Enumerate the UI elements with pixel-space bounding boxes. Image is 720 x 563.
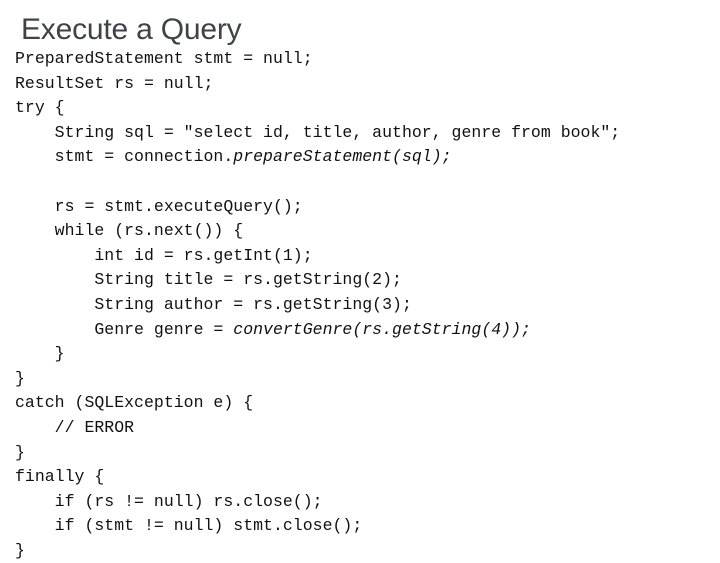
code-segment: if (rs != null) rs.close(); [15,491,323,511]
code-segment: ResultSet rs = null; [15,73,214,93]
code-segment: int id = rs.getInt(1); [15,245,313,265]
code-segment: rs = stmt.executeQuery(); [15,196,303,216]
code-line: } [15,367,715,392]
code-segment: } [15,344,65,364]
code-line: // ERROR [15,416,715,441]
code-line: String title = rs.getString(2); [15,268,715,293]
code-line: } [15,539,715,563]
code-line: if (rs != null) rs.close(); [15,490,715,515]
code-segment: Genre genre = [15,319,234,339]
code-line: PreparedStatement stmt = null; [15,47,715,72]
slide-canvas: Execute a Query PreparedStatement stmt =… [0,0,720,560]
code-line: String sql = "select id, title, author, … [15,121,715,146]
code-segment: while (rs.next()) { [15,221,244,241]
code-segment: String title = rs.getString(2); [15,270,402,290]
code-line: String author = rs.getString(3); [15,293,715,318]
code-segment: finally { [15,467,105,487]
code-segment: PreparedStatement stmt = null; [15,49,313,68]
code-line: catch (SQLException e) { [15,391,715,416]
code-segment: stmt = connection. [15,147,234,167]
code-segment: catch (SQLException e) { [15,393,254,413]
code-segment: } [15,442,25,462]
code-segment: } [15,368,25,388]
code-line: } [15,441,715,466]
code-line: finally { [15,465,715,490]
code-line: while (rs.next()) { [15,219,715,244]
code-line: rs = stmt.executeQuery(); [15,195,715,220]
code-segment: String sql = "select id, title, author, … [15,122,621,142]
code-line: try { [15,96,715,121]
code-segment-emphasis: prepareStatement(sql); [233,147,452,167]
code-segment: try { [15,98,65,118]
page-title: Execute a Query [21,13,242,46]
code-line: Genre genre = convertGenre(rs.getString(… [15,318,715,343]
code-segment: // ERROR [15,417,135,437]
code-block: PreparedStatement stmt = null; ResultSet … [15,47,715,563]
code-segment: } [15,540,25,560]
code-line: int id = rs.getInt(1); [15,244,715,269]
code-line: if (stmt != null) stmt.close(); [15,514,715,539]
code-line: ResultSet rs = null; [15,72,715,97]
code-line: } [15,342,715,367]
code-segment: if (stmt != null) stmt.close(); [15,516,363,536]
code-line: stmt = connection.prepareStatement(sql); [15,145,715,170]
code-segment: String author = rs.getString(3); [15,294,412,314]
code-segment-emphasis: convertGenre(rs.getString(4)); [233,319,531,339]
